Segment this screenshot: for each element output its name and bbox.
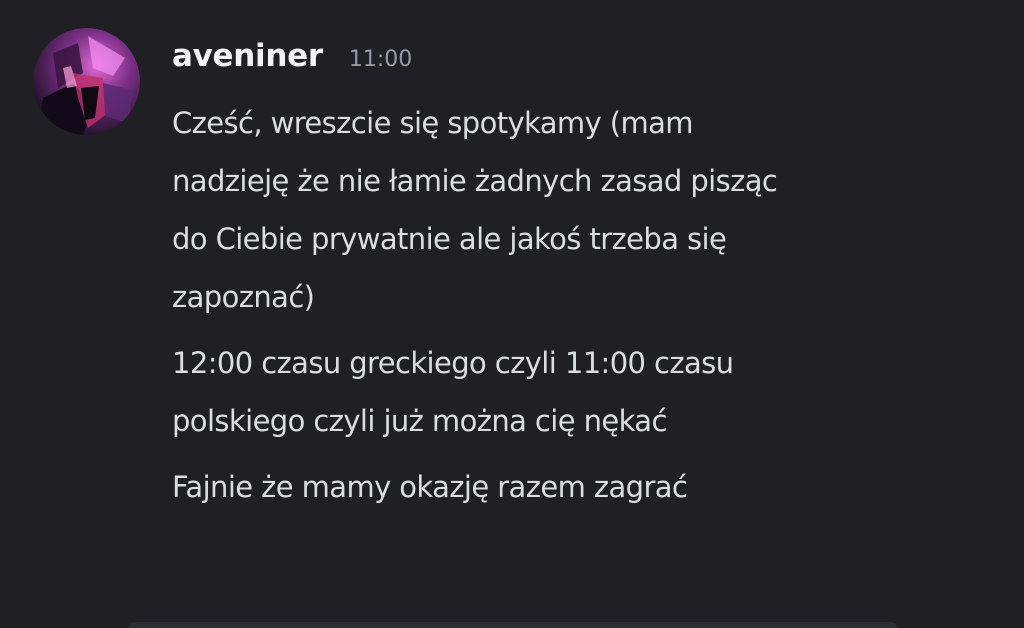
- message-composer[interactable]: [128, 622, 898, 628]
- timestamp[interactable]: 11:00: [349, 47, 412, 72]
- message-header: aveniner 11:00: [172, 38, 412, 84]
- message-list: Cześć, wreszcie się spotykamy (mam nadzi…: [172, 94, 892, 516]
- avatar[interactable]: [33, 28, 140, 135]
- avatar-image: [33, 28, 140, 135]
- username[interactable]: aveniner: [172, 38, 323, 74]
- message-group: aveniner 11:00 Cześć, wreszcie się spoty…: [0, 0, 1024, 560]
- message-text[interactable]: 12:00 czasu greckiego czyli 11:00 czasu …: [172, 334, 892, 450]
- message-text[interactable]: Fajnie że mamy okazję razem zagrać: [172, 458, 892, 516]
- message-text[interactable]: Cześć, wreszcie się spotykamy (mam nadzi…: [172, 94, 892, 326]
